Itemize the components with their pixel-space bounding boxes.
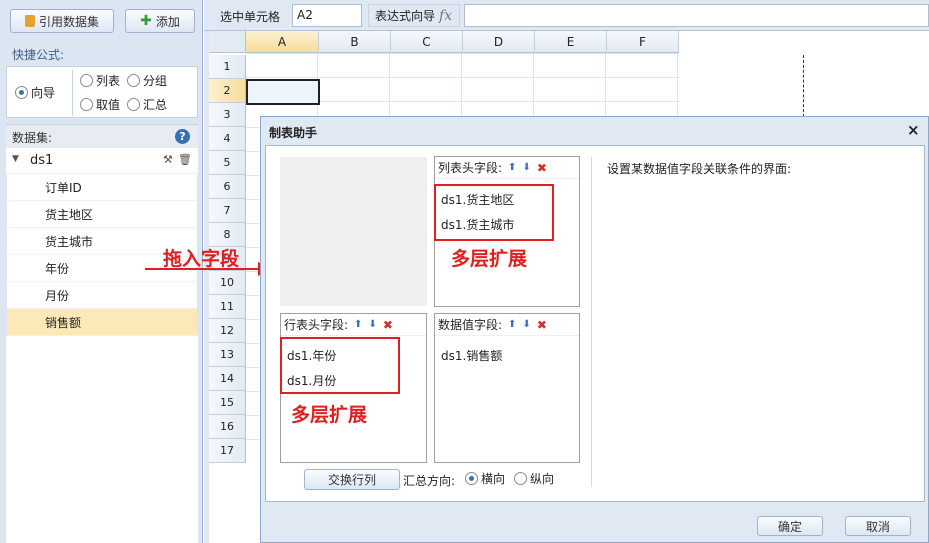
row-header[interactable]: 16 xyxy=(209,415,246,439)
swap-rows-columns-button[interactable]: 交换行列 xyxy=(304,469,400,490)
close-icon[interactable]: × xyxy=(907,121,920,139)
selected-cell-label: 选中单元格 xyxy=(220,10,281,24)
row-header[interactable]: 3 xyxy=(209,103,246,127)
arrow-down-icon[interactable]: ⬇ xyxy=(368,319,376,330)
row-header[interactable]: 14 xyxy=(209,367,246,391)
direction-horizontal[interactable]: 横向 xyxy=(465,470,505,487)
radio-icon xyxy=(80,74,93,87)
arrow-up-icon[interactable]: ⬆ xyxy=(354,319,362,330)
row-header[interactable]: 11 xyxy=(209,295,246,319)
formula-toolbar: 选中单元格 A2 表达式向导 fx xyxy=(204,0,929,31)
col-header-f[interactable]: F xyxy=(607,31,679,53)
row-header[interactable]: 15 xyxy=(209,391,246,415)
database-icon xyxy=(24,15,35,27)
list-item[interactable]: ds1.销售额 xyxy=(441,347,502,364)
ref-dataset-button[interactable]: 引用数据集 xyxy=(10,9,114,33)
highlight-column-fields xyxy=(434,184,554,241)
drag-arrow-line xyxy=(145,268,262,270)
cancel-button[interactable]: 取消 xyxy=(845,516,911,536)
radio-icon xyxy=(514,472,527,485)
corner-placeholder xyxy=(280,157,427,306)
quick-option-value[interactable]: 取值 xyxy=(80,96,120,113)
highlight-row-fields xyxy=(280,337,400,394)
radio-icon xyxy=(127,74,140,87)
expr-wizard-button[interactable]: 表达式向导 fx xyxy=(368,4,460,27)
field-sales[interactable]: 销售额 xyxy=(7,309,197,336)
chevron-down-icon[interactable]: ▼ xyxy=(12,154,19,164)
arrow-up-icon[interactable]: ⬆ xyxy=(508,319,516,330)
field-order-id[interactable]: 订单ID xyxy=(7,174,197,201)
row-header[interactable]: 17 xyxy=(209,439,246,463)
delete-icon[interactable]: ✖ xyxy=(537,161,547,175)
grid-corner[interactable] xyxy=(209,31,246,53)
multi-level-annotation: 多层扩展 xyxy=(451,248,528,270)
dataset-node[interactable]: ▼ ds1 ⚒ 🗑 xyxy=(6,148,198,174)
value-field-label: 数据值字段: xyxy=(438,318,503,332)
col-header-e[interactable]: E xyxy=(535,31,607,53)
selected-cell-a2[interactable] xyxy=(246,79,320,105)
row-header-label: 行表头字段: xyxy=(284,318,349,332)
arrow-down-icon[interactable]: ⬇ xyxy=(522,162,530,173)
quick-option-wizard[interactable]: 向导 xyxy=(15,84,55,101)
field-shipper-region[interactable]: 货主地区 xyxy=(7,201,197,228)
row-header[interactable]: 6 xyxy=(209,175,246,199)
row-header[interactable]: 5 xyxy=(209,151,246,175)
row-header[interactable]: 7 xyxy=(209,199,246,223)
wrench-icon[interactable]: ⚒ xyxy=(163,153,173,166)
cell-address-input[interactable]: A2 xyxy=(292,4,362,27)
value-field-section[interactable]: 数据值字段: ⬆ ⬇ ✖ ds1.销售额 xyxy=(434,313,580,463)
row-header[interactable]: 12 xyxy=(209,319,246,343)
help-icon[interactable]: ? xyxy=(175,129,190,144)
direction-vertical[interactable]: 纵向 xyxy=(514,470,554,487)
quick-option-list[interactable]: 列表 xyxy=(80,72,120,89)
quick-formula-label: 快捷公式: xyxy=(12,48,65,62)
row-header[interactable]: 2 xyxy=(209,79,246,103)
drag-field-annotation: 拖入字段 xyxy=(163,248,240,270)
add-button[interactable]: ✚ 添加 xyxy=(125,9,195,33)
col-header-d[interactable]: D xyxy=(463,31,535,53)
expression-input[interactable] xyxy=(464,4,929,27)
ok-button[interactable]: 确定 xyxy=(757,516,823,536)
column-header-label: 列表头字段: xyxy=(438,161,503,175)
row-header[interactable]: 4 xyxy=(209,127,246,151)
left-panel: 引用数据集 ✚ 添加 快捷公式: 向导 列表 分组 取值 汇总 数据集: ? ▼… xyxy=(0,0,203,543)
table-wizard-dialog: 制表助手 × 列表头字段: ⬆ ⬇ ✖ ds1.货主地区 ds1.货主城市 行表… xyxy=(260,116,929,543)
dialog-title: 制表助手 xyxy=(269,126,318,140)
arrow-up-icon[interactable]: ⬆ xyxy=(508,162,516,173)
quick-option-summary[interactable]: 汇总 xyxy=(127,96,167,113)
description-text: 设置某数据值字段关联条件的界面: xyxy=(607,162,792,176)
row-header[interactable]: 13 xyxy=(209,343,246,367)
radio-icon xyxy=(465,472,478,485)
col-header-c[interactable]: C xyxy=(391,31,463,53)
plus-icon: ✚ xyxy=(140,13,152,29)
arrow-down-icon[interactable]: ⬇ xyxy=(522,319,530,330)
summary-direction-label: 汇总方向: xyxy=(403,474,456,488)
dataset-header: 数据集: ? xyxy=(6,124,198,148)
radio-icon xyxy=(127,98,140,111)
multi-level-annotation: 多层扩展 xyxy=(291,404,368,426)
page-break-line xyxy=(803,55,804,117)
delete-icon[interactable]: ✖ xyxy=(383,318,393,332)
trash-icon[interactable]: 🗑 xyxy=(178,153,192,166)
field-month[interactable]: 月份 xyxy=(7,282,197,309)
row-header[interactable]: 10 xyxy=(209,271,246,295)
radio-icon xyxy=(15,86,28,99)
quick-option-group[interactable]: 分组 xyxy=(127,72,167,89)
delete-icon[interactable]: ✖ xyxy=(537,318,547,332)
col-header-b[interactable]: B xyxy=(319,31,391,53)
row-header[interactable]: 1 xyxy=(209,55,246,79)
col-header-a[interactable]: A xyxy=(246,31,319,53)
fx-icon: fx xyxy=(439,7,453,24)
radio-icon xyxy=(80,98,93,111)
